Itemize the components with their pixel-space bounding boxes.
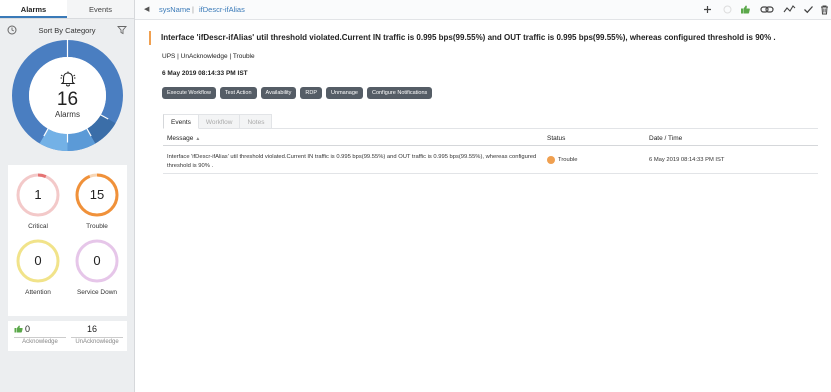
action-buttons: Execute Workflow Test Action Availabilit… [162,87,433,99]
alarms-label: Alarms [55,109,80,119]
sidebar: Alarms Events Sort By Category 16 Alarms… [0,0,135,392]
alarm-meta: UPS | UnAcknowledge | Trouble [162,53,255,60]
table-row[interactable]: Interface 'ifDescr-ifAlias' util thresho… [163,147,818,174]
sidebar-tabs: Alarms Events [0,0,134,19]
sort-icon: ▲ [195,136,201,142]
tab-alarms[interactable]: Alarms [0,0,67,18]
table-header: Message ▲ Status Date / Time [163,131,818,146]
row-status: Trouble [547,156,577,164]
breadcrumb-interface[interactable]: ifDescr-ifAlias [199,5,245,14]
row-datetime: 6 May 2019 08:14:33 PM IST [649,157,725,163]
category-header: Sort By Category [0,23,134,39]
service-down-label: Service Down [76,289,118,296]
trouble-status-icon [547,156,555,164]
alarm-timestamp: 6 May 2019 08:14:33 PM IST [162,70,248,77]
acknowledge-count: 0 [25,324,31,334]
alarms-count: 16 [56,88,79,110]
datetime-column-header[interactable]: Date / Time [649,135,682,142]
execute-workflow-button[interactable]: Execute Workflow [162,87,216,99]
row-status-label: Trouble [558,157,578,163]
critical-count: 1 [34,187,42,202]
ack-panel: 0 Acknowledge 16 UnAcknowledge [8,321,127,351]
tab-notes[interactable]: Notes [240,114,273,129]
bell-icon [60,71,75,86]
topbar: ◀ sysName | ifDescr-ifAlias [135,0,831,20]
sort-by-category-title[interactable]: Sort By Category [0,26,134,35]
graph-icon[interactable] [783,4,796,15]
tab-events[interactable]: Events [67,0,134,18]
acknowledge-label: Acknowledge [14,337,66,345]
row-message: Interface 'ifDescr-ifAlias' util thresho… [167,154,537,169]
unacknowledge-label: UnAcknowledge [71,337,123,345]
alarms-donut-chart[interactable]: 16 Alarms [10,38,125,153]
severity-trouble[interactable]: 15 Trouble [67,172,127,230]
thumbs-up-icon[interactable] [740,4,751,15]
attention-count: 0 [34,253,42,268]
status-column-header[interactable]: Status [547,135,565,142]
critical-label: Critical [28,223,48,230]
donut-center: 16 Alarms [10,38,125,153]
filter-icon[interactable] [117,25,127,35]
severity-service-down[interactable]: 0 Service Down [67,238,127,296]
tab-events-detail[interactable]: Events [163,114,199,129]
back-arrow-icon[interactable]: ◀ [144,5,149,13]
breadcrumb-separator: | [192,5,194,14]
breadcrumb-sysname[interactable]: sysName [159,5,190,14]
severity-critical[interactable]: 1 Critical [8,172,68,230]
trouble-label: Trouble [86,223,108,230]
configure-notifications-button[interactable]: Configure Notifications [366,87,433,99]
thumbs-up-icon [14,325,23,333]
availability-button[interactable]: Availability [260,87,297,99]
severity-panel: 1 Critical 15 Trouble 0 Attention 0 Serv… [8,165,127,316]
check-icon[interactable] [803,4,814,15]
plus-icon[interactable] [702,4,713,15]
rdp-button[interactable]: RDP [300,87,323,99]
acknowledge-stat[interactable]: 0 Acknowledge [14,324,66,345]
link-icon[interactable] [760,4,774,15]
trouble-count: 15 [89,187,105,202]
unmanage-button[interactable]: Unmanage [326,87,363,99]
message-header-label: Message [167,135,194,142]
tab-workflow[interactable]: Workflow [198,114,241,129]
trash-icon[interactable] [819,4,830,15]
attention-label: Attention [25,289,51,296]
severity-attention[interactable]: 0 Attention [8,238,68,296]
service-down-count: 0 [93,253,101,268]
unacknowledge-stat[interactable]: 16 UnAcknowledge [71,324,123,345]
test-action-button[interactable]: Test Action [219,87,257,99]
alarm-title: Interface 'ifDescr-ifAlias' util thresho… [149,31,809,45]
message-column-header[interactable]: Message ▲ [167,135,200,142]
unacknowledge-count: 16 [87,324,98,334]
circle-icon[interactable] [722,4,733,15]
detail-tabs: Events Workflow Notes [163,114,273,129]
